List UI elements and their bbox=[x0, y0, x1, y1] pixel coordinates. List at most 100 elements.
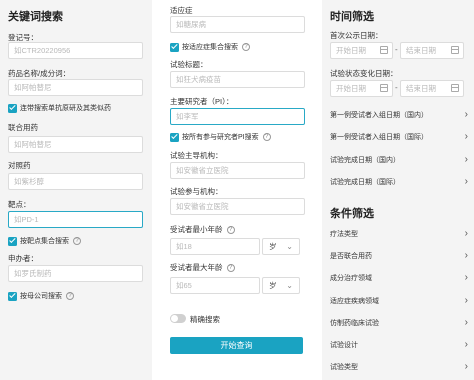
filter-row-therapeutic-area[interactable]: 成分治疗领域 › bbox=[330, 272, 468, 287]
checkbox-checked-icon[interactable] bbox=[8, 291, 17, 301]
chevron-right-icon: › bbox=[464, 272, 468, 283]
filter-row-trial-design[interactable]: 试验设计 › bbox=[330, 339, 468, 354]
status-change-date-label: 试验状态变化日期： bbox=[330, 69, 398, 78]
drug-name-label: 药品名称/成分词： bbox=[8, 69, 71, 78]
checkbox-checked-icon[interactable] bbox=[8, 236, 17, 246]
first-public-date-label: 首次公示日期： bbox=[330, 31, 383, 40]
filter-row-generic-trial[interactable]: 仿制药临床试验 › bbox=[330, 317, 468, 332]
filter-row-label: 成分治疗领域 bbox=[330, 275, 372, 282]
keyword-search-panel: 关键词搜索 登记号： 如CTR20220956 药品名称/成分词： 如阿帕替尼 … bbox=[0, 0, 152, 380]
parent-company-label: 按母公司搜索 bbox=[20, 293, 62, 300]
control-drug-input[interactable]: 如紫杉醇 bbox=[8, 173, 143, 190]
checkbox-checked-icon[interactable] bbox=[8, 103, 17, 113]
all-pi-label: 按所有参与研究者PI搜索 bbox=[182, 134, 259, 141]
filter-panel: 时间筛选 首次公示日期： 开始日期 - 结束日期 试验状态变化日期： 开始日期 … bbox=[322, 0, 474, 380]
indication-collection-label: 按适应症集合搜索 bbox=[182, 44, 238, 51]
min-age-label: 受试者最小年龄 bbox=[170, 225, 223, 234]
filter-row-therapy-type[interactable]: 疗法类型 › bbox=[330, 228, 468, 243]
drug-biosimilar-checkbox[interactable]: 连带搜索单抗原研及其类似药 bbox=[8, 103, 111, 113]
filter-row-label: 试验完成日期（国内） bbox=[330, 157, 400, 164]
filter-row-label: 适应症疾病领域 bbox=[330, 298, 379, 305]
chevron-right-icon: › bbox=[464, 250, 468, 261]
time-filter-title: 时间筛选 bbox=[330, 11, 374, 23]
filter-row-label: 是否联合用药 bbox=[330, 253, 372, 260]
calendar-icon bbox=[451, 84, 459, 92]
parent-company-checkbox[interactable]: 按母公司搜索 ? bbox=[8, 291, 74, 301]
keyword-search-title: 关键词搜索 bbox=[8, 11, 63, 23]
sponsor-input[interactable]: 如罗氏制药 bbox=[8, 265, 143, 282]
filter-row-label: 试验完成日期（国际） bbox=[330, 179, 400, 186]
combo-drug-input[interactable]: 如阿帕替尼 bbox=[8, 136, 143, 153]
chevron-down-icon: ⌄ bbox=[286, 281, 293, 290]
chevron-right-icon: › bbox=[464, 228, 468, 239]
chevron-right-icon: › bbox=[464, 154, 468, 165]
status-change-start-date[interactable]: 开始日期 bbox=[330, 80, 393, 97]
help-icon[interactable]: ? bbox=[66, 292, 74, 300]
filter-row-trial-type[interactable]: 试验类型 › bbox=[330, 361, 468, 376]
filter-row-completion-domestic[interactable]: 试验完成日期（国内） › bbox=[330, 154, 468, 169]
status-change-start-placeholder: 开始日期 bbox=[336, 84, 366, 93]
min-age-input[interactable]: 如18 bbox=[170, 238, 260, 255]
chevron-right-icon: › bbox=[464, 339, 468, 350]
sponsor-label: 申办者： bbox=[8, 254, 38, 263]
min-age-unit-select[interactable]: 岁 ⌄ bbox=[262, 238, 300, 255]
help-icon[interactable]: ? bbox=[242, 43, 250, 51]
filter-row-first-enroll-international[interactable]: 第一例受试者入组日期（国际） › bbox=[330, 131, 468, 146]
min-age-unit: 岁 bbox=[269, 242, 277, 251]
chevron-right-icon: › bbox=[464, 109, 468, 120]
drug-name-input[interactable]: 如阿帕替尼 bbox=[8, 79, 143, 96]
participant-org-label: 试验参与机构： bbox=[170, 187, 223, 196]
filter-row-label: 试验类型 bbox=[330, 364, 358, 371]
max-age-input[interactable]: 如65 bbox=[170, 277, 260, 294]
start-search-button[interactable]: 开始查询 bbox=[170, 337, 303, 354]
combo-drug-label: 联合用药 bbox=[8, 123, 38, 132]
checkbox-checked-icon[interactable] bbox=[170, 42, 179, 52]
chevron-right-icon: › bbox=[464, 295, 468, 306]
first-public-end-date[interactable]: 结束日期 bbox=[400, 42, 464, 59]
indication-label: 适应症 bbox=[170, 6, 193, 15]
help-icon[interactable]: ? bbox=[226, 225, 235, 234]
first-public-start-placeholder: 开始日期 bbox=[336, 46, 366, 55]
chevron-right-icon: › bbox=[464, 317, 468, 328]
filter-row-first-enroll-domestic[interactable]: 第一例受试者入组日期（国内） › bbox=[330, 109, 468, 124]
chevron-right-icon: › bbox=[464, 176, 468, 187]
first-public-end-placeholder: 结束日期 bbox=[406, 46, 436, 55]
lead-org-input[interactable]: 如安徽省立医院 bbox=[170, 162, 305, 179]
max-age-unit: 岁 bbox=[269, 281, 277, 290]
max-age-unit-select[interactable]: 岁 ⌄ bbox=[262, 277, 300, 294]
date-separator: - bbox=[395, 83, 398, 92]
help-icon[interactable]: ? bbox=[226, 263, 235, 272]
pi-label: 主要研究者（PI）： bbox=[170, 97, 234, 106]
trial-title-label: 试验标题： bbox=[170, 60, 208, 69]
filter-row-label: 第一例受试者入组日期（国内） bbox=[330, 112, 428, 119]
exact-search-label: 精确搜索 bbox=[190, 315, 220, 324]
exact-search-toggle[interactable] bbox=[170, 314, 186, 323]
checkbox-checked-icon[interactable] bbox=[170, 132, 179, 142]
pi-input[interactable]: 如李军 bbox=[170, 108, 305, 125]
filter-row-label: 仿制药临床试验 bbox=[330, 320, 379, 327]
indication-input[interactable]: 如糖尿病 bbox=[170, 16, 305, 33]
max-age-label-row: 受试者最大年龄 ? bbox=[170, 262, 235, 273]
drug-biosimilar-label: 连带搜索单抗原研及其类似药 bbox=[20, 105, 111, 112]
filter-row-combo-drug[interactable]: 是否联合用药 › bbox=[330, 250, 468, 265]
help-icon[interactable]: ? bbox=[262, 133, 271, 141]
lead-org-label: 试验主导机构： bbox=[170, 151, 223, 160]
filter-row-completion-international[interactable]: 试验完成日期（国际） › bbox=[330, 176, 468, 191]
status-change-end-date[interactable]: 结束日期 bbox=[400, 80, 464, 97]
target-collection-checkbox[interactable]: 按靶点集合搜索 ? bbox=[8, 236, 81, 246]
registration-no-input[interactable]: 如CTR20220956 bbox=[8, 42, 143, 59]
status-change-end-placeholder: 结束日期 bbox=[406, 84, 436, 93]
filter-row-indication-area[interactable]: 适应症疾病领域 › bbox=[330, 295, 468, 310]
participant-org-input[interactable]: 如安徽省立医院 bbox=[170, 198, 305, 215]
min-age-label-row: 受试者最小年龄 ? bbox=[170, 224, 235, 235]
indication-collection-checkbox[interactable]: 按适应症集合搜索 ? bbox=[170, 42, 250, 52]
help-icon[interactable]: ? bbox=[73, 237, 81, 245]
all-pi-checkbox[interactable]: 按所有参与研究者PI搜索 ? bbox=[170, 132, 271, 142]
first-public-start-date[interactable]: 开始日期 bbox=[330, 42, 393, 59]
target-input[interactable]: 如PD-1 bbox=[8, 211, 143, 228]
trial-title-input[interactable]: 如狂犬病疫苗 bbox=[170, 71, 305, 88]
condition-filter-title: 条件筛选 bbox=[330, 208, 374, 220]
chevron-down-icon: ⌄ bbox=[286, 242, 293, 251]
control-drug-label: 对照药 bbox=[8, 161, 31, 170]
max-age-label: 受试者最大年龄 bbox=[170, 263, 223, 272]
